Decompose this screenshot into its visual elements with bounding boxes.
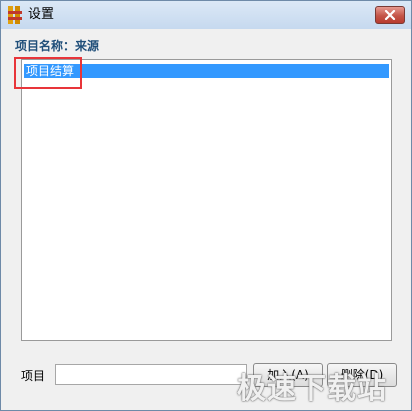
project-name-heading: 项目名称：来源: [15, 39, 100, 53]
title-bar[interactable]: 设置: [1, 1, 411, 29]
close-icon: [384, 10, 396, 20]
settings-dialog: 设置 项目名称：来源 项目结算 项目 加入(A) 删除(D) 极速下载站: [0, 0, 412, 411]
window-title: 设置: [28, 7, 55, 22]
app-icon: [8, 6, 22, 24]
item-label: 项目: [21, 369, 46, 383]
delete-button[interactable]: 删除(D): [327, 363, 397, 387]
close-button[interactable]: [375, 6, 405, 24]
project-list[interactable]: 项目结算: [21, 59, 392, 341]
highlight-annotation: [14, 57, 82, 89]
item-input[interactable]: [55, 364, 247, 385]
add-button[interactable]: 加入(A): [253, 363, 323, 387]
